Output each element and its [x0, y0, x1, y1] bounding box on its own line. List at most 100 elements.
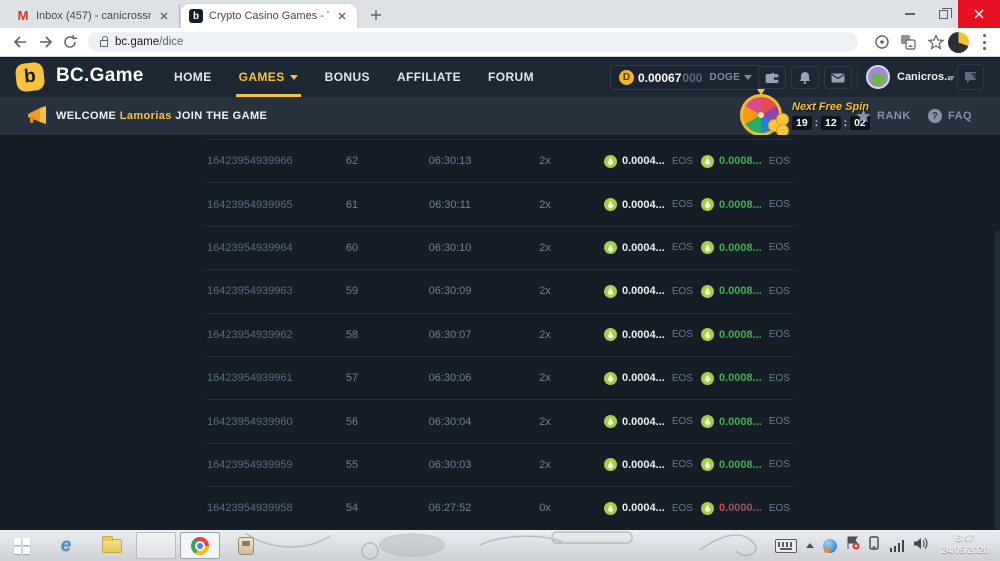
mobile-device-icon[interactable]: [869, 536, 881, 555]
new-tab-button[interactable]: [368, 7, 383, 22]
table-row[interactable]: 16423954939966 62 06:30:13 2x 0.0004... …: [207, 139, 793, 182]
roll-result: 57: [302, 372, 402, 384]
tray-app-icon[interactable]: [823, 539, 837, 553]
close-icon[interactable]: [335, 9, 349, 23]
network-signal-icon[interactable]: [890, 540, 905, 552]
url-text: bc.game/dice: [115, 36, 183, 48]
bet-time: 06:30:06: [402, 372, 498, 384]
user-avatar[interactable]: [866, 65, 890, 89]
roll-result: 59: [302, 285, 402, 297]
faq-button[interactable]: ? FAQ: [928, 97, 972, 135]
eos-coin-icon: [604, 502, 617, 515]
back-icon[interactable]: [12, 34, 28, 50]
bet-time: 06:30:04: [402, 416, 498, 428]
url-omnibox[interactable]: bc.game/dice: [88, 32, 858, 52]
balance-selector[interactable]: D 0.00067 000 DOGE: [610, 65, 761, 90]
bet-amount-cell: 0.0004... EOS: [592, 241, 689, 254]
bet-amount: 0.0004...: [622, 329, 665, 341]
payout-currency: EOS: [769, 329, 790, 340]
ie-icon: e: [61, 535, 72, 557]
nav-item-forum[interactable]: FORUM: [488, 58, 534, 97]
https-lock-icon[interactable]: [100, 40, 108, 47]
bookmark-star-icon[interactable]: [928, 34, 944, 50]
volume-icon[interactable]: [913, 537, 928, 555]
taskbar-clock[interactable]: 6:47 24/05/2020: [932, 533, 998, 557]
windows-logo-icon: [14, 538, 30, 554]
bet-amount: 0.0004...: [622, 459, 665, 471]
chrome-taskbar-button[interactable]: [180, 532, 220, 559]
table-row[interactable]: 16423954939961 57 06:30:06 2x 0.0004... …: [207, 356, 793, 399]
nav-label: BONUS: [325, 58, 370, 97]
internet-explorer-button[interactable]: e: [46, 532, 86, 559]
app-button[interactable]: [226, 532, 266, 559]
browser-profile-avatar[interactable]: [948, 32, 969, 53]
app-icon: [238, 537, 254, 555]
action-center-flag-icon[interactable]: [846, 536, 860, 555]
file-explorer-button[interactable]: [92, 532, 132, 559]
bet-amount-cell: 0.0004... EOS: [592, 285, 689, 298]
bet-history-table: 16423954939966 62 06:30:13 2x 0.0004... …: [207, 139, 793, 531]
nav-item-games[interactable]: GAMES: [239, 58, 298, 97]
close-icon[interactable]: [157, 9, 171, 23]
bet-amount-cell: 0.0004... EOS: [592, 198, 689, 211]
rank-button[interactable]: RANK: [856, 97, 911, 135]
payout-amount: 0.0008...: [719, 459, 762, 471]
window-close-button[interactable]: [958, 0, 1000, 28]
chevron-down-icon[interactable]: [947, 76, 955, 81]
nav-item-bonus[interactable]: BONUS: [325, 58, 370, 97]
table-row[interactable]: 16423954939962 58 06:30:07 2x 0.0004... …: [207, 313, 793, 356]
roll-result: 58: [302, 329, 402, 341]
payout-multiplier: 2x: [498, 242, 592, 254]
question-icon: ?: [928, 109, 942, 123]
payout-currency: EOS: [769, 242, 790, 253]
table-row[interactable]: 16423954939963 59 06:30:09 2x 0.0004... …: [207, 269, 793, 312]
table-row[interactable]: 16423954939965 61 06:30:11 2x 0.0004... …: [207, 182, 793, 225]
bet-amount: 0.0004...: [622, 416, 665, 428]
nav-label: GAMES: [239, 58, 285, 97]
table-row[interactable]: 16423954939964 60 06:30:10 2x 0.0004... …: [207, 226, 793, 269]
username-label[interactable]: Canicros...: [897, 71, 953, 83]
tab-gmail[interactable]: M Inbox (457) - canicrossmaxx@gm: [8, 4, 180, 28]
bcgame-logo-icon[interactable]: b: [15, 62, 46, 93]
payout-cell: 0.0008... EOS: [689, 241, 793, 254]
balance-currency: DOGE: [709, 72, 740, 83]
scrollbar[interactable]: [995, 231, 1000, 530]
desktop-screen: M Inbox (457) - canicrossmaxx@gm b Crypt…: [0, 0, 1000, 561]
nav-item-home[interactable]: HOME: [174, 58, 212, 97]
touch-keyboard-icon[interactable]: [775, 539, 797, 553]
window-restore-button[interactable]: [928, 0, 958, 28]
roll-result: 62: [302, 155, 402, 167]
bet-amount-cell: 0.0004... EOS: [592, 502, 689, 515]
wallet-button[interactable]: [758, 66, 786, 89]
send-to-device-icon[interactable]: [874, 34, 890, 50]
chevron-down-icon: [744, 75, 752, 80]
nav-item-affiliate[interactable]: AFFILIATE: [397, 58, 461, 97]
payout-multiplier: 2x: [498, 459, 592, 471]
roll-result: 60: [302, 242, 402, 254]
payout-currency: EOS: [769, 373, 790, 384]
nav-label: FORUM: [488, 58, 534, 97]
show-hidden-icons[interactable]: [806, 543, 814, 548]
pinned-app-button[interactable]: [136, 532, 176, 559]
mail-button[interactable]: [824, 66, 852, 89]
refresh-icon[interactable]: [62, 34, 78, 50]
table-row[interactable]: 16423954939959 55 06:30:03 2x 0.0004... …: [207, 443, 793, 486]
chat-button[interactable]: [957, 64, 984, 90]
payout-cell: 0.0008... EOS: [689, 198, 793, 211]
eos-coin-icon: [604, 458, 617, 471]
payout-multiplier: 2x: [498, 372, 592, 384]
brand-title[interactable]: BC.Game: [56, 65, 144, 87]
translate-icon[interactable]: [900, 34, 916, 50]
table-row[interactable]: 16423954939958 54 06:27:52 0x 0.0004... …: [207, 486, 793, 529]
tab-bcgame[interactable]: b Crypto Casino Games - The 8 Bes: [181, 4, 357, 28]
start-button[interactable]: [2, 532, 42, 559]
table-row[interactable]: 16423954939960 56 06:30:04 2x 0.0004... …: [207, 399, 793, 442]
megaphone-icon: [26, 106, 50, 131]
bet-amount-cell: 0.0004... EOS: [592, 458, 689, 471]
eos-coin-icon: [701, 458, 714, 471]
notifications-bell-button[interactable]: [791, 66, 819, 89]
tab-title: Crypto Casino Games - The 8 Bes: [209, 10, 329, 22]
forward-icon[interactable]: [38, 34, 54, 50]
browser-menu-icon[interactable]: [982, 34, 986, 50]
window-minimize-button[interactable]: [892, 0, 928, 28]
